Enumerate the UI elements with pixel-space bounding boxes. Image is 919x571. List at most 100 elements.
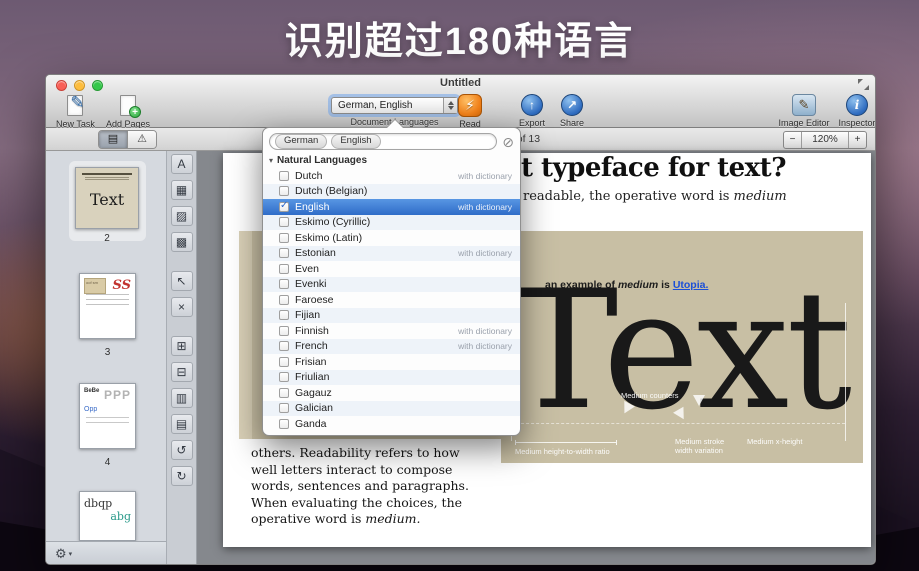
pages-tab[interactable]: ▤ bbox=[99, 131, 127, 148]
split-cells-tool[interactable]: ▥ bbox=[171, 388, 193, 408]
language-checkbox[interactable]: ✓ bbox=[279, 202, 289, 212]
area-tools-strip: A ▦ ▨ ▩ ↖ × ⊞ ⊟ ▥ ▤ ↺ ↻ bbox=[167, 151, 197, 565]
page-thumbnail-2[interactable]: Text bbox=[75, 167, 139, 229]
minimize-button[interactable] bbox=[74, 80, 85, 91]
language-name: Estonian bbox=[295, 247, 336, 259]
language-checkbox[interactable] bbox=[279, 403, 289, 413]
check-icon: ✓ bbox=[280, 200, 288, 211]
language-row[interactable]: Eskimo (Latin) bbox=[263, 230, 520, 246]
language-checkbox[interactable] bbox=[279, 233, 289, 243]
zoom-control: − 120%▾ + bbox=[783, 131, 867, 149]
language-token-field[interactable]: German English bbox=[269, 133, 497, 150]
image-editor-button[interactable]: ✎ Image Editor bbox=[774, 94, 834, 128]
width-measure-line bbox=[515, 440, 617, 445]
language-checkbox[interactable] bbox=[279, 419, 289, 429]
language-row[interactable]: Dutch with dictionary bbox=[263, 168, 520, 184]
language-row[interactable]: Dutch (Belgian) bbox=[263, 184, 520, 200]
language-row[interactable]: Estonian with dictionary bbox=[263, 246, 520, 262]
language-row[interactable]: Evenki bbox=[263, 277, 520, 293]
page-thumbnail-5[interactable]: dbqp abg bbox=[79, 491, 136, 541]
language-name: Finnish bbox=[295, 325, 329, 337]
language-checkbox[interactable] bbox=[279, 279, 289, 289]
language-row[interactable]: Ganda bbox=[263, 416, 520, 432]
add-part-tool[interactable]: ⊞ bbox=[171, 336, 193, 356]
merge-cells-tool[interactable]: ▤ bbox=[171, 414, 193, 434]
language-checkbox[interactable] bbox=[279, 264, 289, 274]
language-checkbox[interactable] bbox=[279, 310, 289, 320]
language-row[interactable]: Finnish with dictionary bbox=[263, 323, 520, 339]
language-row[interactable]: Frisian bbox=[263, 354, 520, 370]
document-heading: t typeface for text? bbox=[521, 153, 786, 183]
language-dictionary-note: with dictionary bbox=[458, 202, 520, 212]
pages-sidebar: Text 2 oof sm SS 3 BeBe PPP Opp 4 dbqp a… bbox=[46, 151, 167, 541]
language-checkbox[interactable] bbox=[279, 388, 289, 398]
language-checkbox[interactable] bbox=[279, 357, 289, 367]
select-area-tool[interactable]: ↖ bbox=[171, 271, 193, 291]
read-icon: ⚡ bbox=[458, 94, 482, 117]
language-checkbox[interactable] bbox=[279, 372, 289, 382]
language-row[interactable]: Friulian bbox=[263, 370, 520, 386]
popover-token-area: German English ⊘ bbox=[263, 128, 520, 153]
image-editor-icon: ✎ bbox=[792, 94, 816, 116]
zoom-value[interactable]: 120%▾ bbox=[801, 132, 849, 148]
language-dictionary-note: with dictionary bbox=[458, 326, 520, 336]
document-languages-select[interactable]: German, English bbox=[331, 97, 458, 114]
close-button[interactable] bbox=[56, 80, 67, 91]
window-header: Untitled ✎ New Task + Add Pages bbox=[46, 75, 875, 128]
language-row[interactable]: Fijian bbox=[263, 308, 520, 324]
language-row[interactable]: French with dictionary bbox=[263, 339, 520, 355]
select-arrows-icon bbox=[443, 98, 457, 113]
language-row[interactable]: Even bbox=[263, 261, 520, 277]
language-list: Dutch with dictionary Dutch (Belgian) ✓ … bbox=[263, 168, 520, 432]
language-row[interactable]: Gagauz bbox=[263, 385, 520, 401]
rotate-left-tool[interactable]: ↺ bbox=[171, 440, 193, 460]
picture-area-tool[interactable]: ▨ bbox=[171, 206, 193, 226]
language-checkbox[interactable] bbox=[279, 341, 289, 351]
new-task-button[interactable]: ✎ New Task bbox=[56, 94, 95, 129]
baseline-guide bbox=[511, 423, 845, 424]
zoom-in-button[interactable]: + bbox=[849, 132, 866, 148]
export-button[interactable]: ↑ Export bbox=[512, 94, 552, 128]
read-button[interactable]: ⚡ Read bbox=[458, 94, 482, 129]
languages-popover: German English ⊘ ▾ Natural Languages Dutc… bbox=[262, 127, 521, 436]
language-row[interactable]: Faroese bbox=[263, 292, 520, 308]
language-name: Eskimo (Latin) bbox=[295, 232, 362, 244]
language-name: Faroese bbox=[295, 294, 334, 306]
zoom-out-button[interactable]: − bbox=[784, 132, 801, 148]
recognition-area-tool[interactable]: ▩ bbox=[171, 232, 193, 252]
clear-icon[interactable]: ⊘ bbox=[502, 135, 514, 149]
gear-icon[interactable]: ⚙ bbox=[55, 546, 67, 562]
language-dictionary-note: with dictionary bbox=[458, 248, 520, 258]
annotation-stroke: Medium strokewidth variation bbox=[675, 437, 724, 456]
share-button[interactable]: ↗ Share bbox=[554, 94, 590, 128]
language-name: Friulian bbox=[295, 371, 329, 383]
problems-tab[interactable]: ⚠ bbox=[127, 131, 156, 148]
table-area-tool[interactable]: ▦ bbox=[171, 180, 193, 200]
language-checkbox[interactable] bbox=[279, 248, 289, 258]
guide-line-right bbox=[845, 303, 846, 441]
language-checkbox[interactable] bbox=[279, 295, 289, 305]
language-name: Eskimo (Cyrillic) bbox=[295, 216, 370, 228]
language-checkbox[interactable] bbox=[279, 171, 289, 181]
language-checkbox[interactable] bbox=[279, 326, 289, 336]
fullscreen-icon[interactable] bbox=[858, 79, 869, 90]
language-token[interactable]: English bbox=[331, 134, 380, 149]
page-thumbnail-3[interactable]: oof sm SS bbox=[79, 273, 136, 339]
language-checkbox[interactable] bbox=[279, 186, 289, 196]
language-row[interactable]: Galician bbox=[263, 401, 520, 417]
share-icon: ↗ bbox=[561, 94, 583, 116]
delete-area-tool[interactable]: × bbox=[171, 297, 193, 317]
add-pages-button[interactable]: + Add Pages bbox=[106, 94, 150, 129]
remove-part-tool[interactable]: ⊟ bbox=[171, 362, 193, 382]
language-row[interactable]: ✓ English with dictionary bbox=[263, 199, 520, 215]
language-checkbox[interactable] bbox=[279, 217, 289, 227]
language-section-header[interactable]: ▾ Natural Languages bbox=[263, 153, 520, 168]
language-row[interactable]: Eskimo (Cyrillic) bbox=[263, 215, 520, 231]
inspector-button[interactable]: i Inspector bbox=[834, 94, 876, 128]
text-area-tool[interactable]: A bbox=[171, 154, 193, 174]
rotate-right-tool[interactable]: ↻ bbox=[171, 466, 193, 486]
zoom-window-button[interactable] bbox=[92, 80, 103, 91]
page-thumbnail-4[interactable]: BeBe PPP Opp bbox=[79, 383, 136, 449]
document-languages-value: German, English bbox=[332, 100, 443, 111]
language-token[interactable]: German bbox=[275, 134, 327, 149]
